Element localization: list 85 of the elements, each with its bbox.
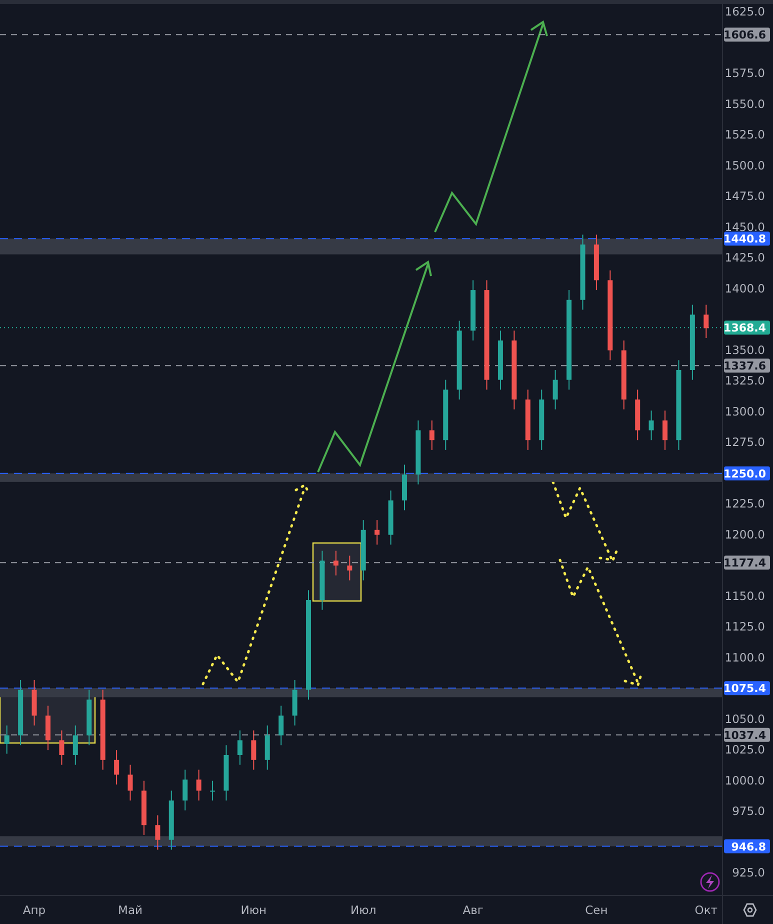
candlestick [662,410,668,450]
date-tick-label: Апр [22,903,46,917]
candlestick [210,780,216,801]
candlestick [704,304,709,339]
candlestick [333,550,338,576]
price-tick-label: 1000.0 [724,773,765,788]
candlestick [251,730,256,770]
candlestick [594,234,599,291]
price-label: 1250.0 [724,466,770,480]
candlestick [429,420,434,450]
price-tick-label: 975.0 [732,804,765,818]
price-tick-label: 1100.0 [724,650,765,664]
date-tick-label: Май [118,903,142,917]
date-tick-label: Авг [462,903,484,917]
price-label: 1177.4 [724,556,770,570]
candlestick [155,814,160,850]
price-tick-label: 1500.0 [724,158,765,172]
candlestick [347,555,352,581]
price-label: 1337.6 [724,358,770,373]
candlestick [114,750,120,786]
price-tick-label: 1050.0 [724,712,765,726]
lightning-icon[interactable] [700,872,720,892]
price-tick-label: 1425.0 [724,250,765,265]
candlestick [320,550,325,610]
price-label: 946.8 [724,839,770,854]
candlestick [46,705,50,751]
candlestick [292,679,298,726]
date-tick-label: Окт [694,903,718,917]
candlestick [621,340,626,410]
candlestick [196,769,202,801]
highlight-box [312,542,362,602]
candlestick [525,389,530,450]
candlestick [374,520,380,546]
price-tick-label: 1325.0 [724,374,765,388]
candlestick [539,389,544,450]
price-tick-label: 1525.0 [724,128,765,142]
candlestick [224,744,229,801]
candlestick [72,724,78,766]
price-label: 1606.6 [724,28,770,42]
price-tick-label: 1475.0 [724,189,765,204]
price-tick-label: 1200.0 [724,527,765,542]
price-tick-label: 1625.0 [724,4,765,19]
price-tick-label: 1150.0 [724,588,765,603]
price-tick-label: 1300.0 [724,404,765,418]
price-tick-label: 1575.0 [724,66,765,80]
price-tick-label: 1400.0 [724,281,765,296]
price-tick-label: 1550.0 [724,96,765,111]
candlestick [128,764,133,801]
candlestick [18,679,24,746]
price-tick-label: 1275.0 [724,435,765,450]
candlestick [635,389,640,441]
candlestick [59,730,64,766]
candlestick [32,679,37,726]
candlestick [470,280,476,341]
price-tick-label: 1125.0 [724,620,765,634]
candlestick [498,330,503,390]
price-tick-label: 925.0 [732,866,765,880]
candlestick [168,790,174,850]
settings-icon[interactable] [743,903,757,917]
candlestick [416,420,421,485]
price-label: 1440.8 [724,232,770,246]
candlestick [360,520,366,581]
price-tick-label: 1025.0 [724,742,765,757]
candlestick [278,705,284,746]
candlestick [86,689,92,746]
candlestick [388,490,394,546]
price-label: 1368.4 [724,320,770,335]
candlestick [141,780,146,836]
date-tick-label: Сен [585,903,608,917]
candlestick [237,730,242,766]
candlestick [552,370,558,410]
price-tick-label: 1450.0 [724,220,765,234]
candlestick [264,724,270,770]
date-tick-label: Июл [350,903,376,917]
price-label: 1037.4 [724,728,770,742]
ref-line-label: 946.8 [731,840,766,854]
price-label: 1075.4 [724,681,770,696]
price-tick-label: 1225.0 [724,496,765,511]
candlestick [4,724,10,754]
price-tick-label: 1350.0 [724,342,765,357]
candlestick [648,410,654,441]
candlestick [182,769,188,811]
candlestick [402,464,407,511]
candlestick [443,379,448,450]
date-tick-label: Июн [240,903,267,917]
